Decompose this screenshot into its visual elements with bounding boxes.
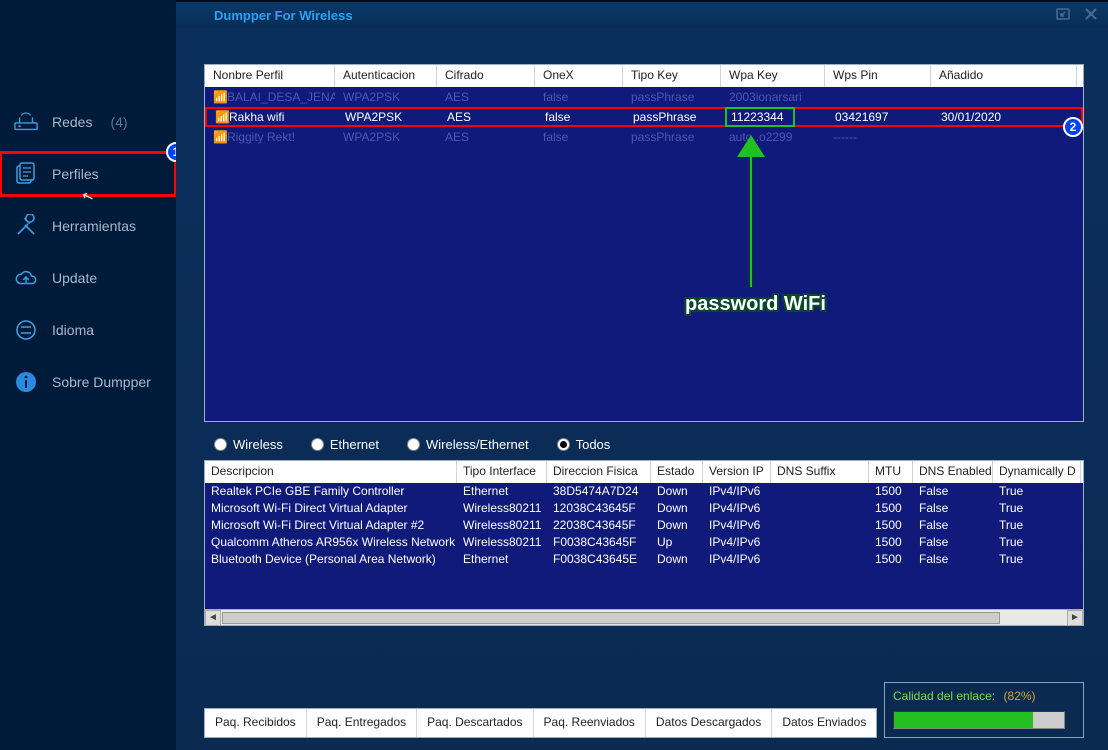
sidebar-label: Redes <box>52 114 92 130</box>
tools-icon <box>14 214 38 238</box>
table-row[interactable]: 📶Riggity Rekt! WPA2PSK AES false passPhr… <box>205 127 1083 147</box>
annotation-badge-2: 2 <box>1063 117 1083 137</box>
col-desc[interactable]: Descripcion <box>205 461 457 483</box>
stat-descartados[interactable]: Paq. Descartados <box>417 709 533 737</box>
quality-box: Calidad del enlace: (82%) <box>884 682 1084 738</box>
sidebar-label: Idioma <box>52 322 94 338</box>
profiles-table: Nonbre Perfil Autenticacion Cifrado OneX… <box>204 64 1084 422</box>
adapters-header: Descripcion Tipo Interface Direccion Fis… <box>205 461 1083 483</box>
col-mac[interactable]: Direccion Fisica <box>547 461 651 483</box>
sidebar-label: Herramientas <box>52 218 136 234</box>
profiles-icon <box>14 162 38 186</box>
col-estado[interactable]: Estado <box>651 461 703 483</box>
adapters-table: Descripcion Tipo Interface Direccion Fis… <box>204 460 1084 626</box>
sidebar-item-update[interactable]: Update <box>0 256 176 300</box>
col-tipokey[interactable]: Tipo Key <box>623 65 721 87</box>
annotation-password-label: password WiFi <box>685 293 826 316</box>
col-wpspin[interactable]: Wps Pin <box>825 65 931 87</box>
sidebar: Redes (4) Perfiles 1 ↖ Herramientas Upda… <box>0 0 176 750</box>
titlebar: Dumpper For Wireless <box>176 2 1108 28</box>
horizontal-scrollbar[interactable]: ◄ ► <box>205 609 1083 625</box>
sidebar-item-sobre[interactable]: Sobre Dumpper <box>0 360 176 404</box>
col-ver[interactable]: Version IP <box>703 461 771 483</box>
col-mtu[interactable]: MTU <box>869 461 913 483</box>
col-dnse[interactable]: DNS Enabled <box>913 461 993 483</box>
col-dns[interactable]: DNS Suffix <box>771 461 869 483</box>
col-onex[interactable]: OneX <box>535 65 623 87</box>
col-nombre[interactable]: Nonbre Perfil <box>205 65 335 87</box>
bottom-bar: Paq. Recibidos Paq. Entregados Paq. Desc… <box>204 708 1084 738</box>
table-row-selected[interactable]: 📶Rakha wifi WPA2PSK AES false passPhrase… <box>205 107 1083 127</box>
wpa-key-highlighted: 11223344 <box>725 107 795 127</box>
quality-fill <box>894 712 1033 728</box>
stat-datos-desc[interactable]: Datos Descargados <box>646 709 772 737</box>
router-icon <box>14 110 38 134</box>
quality-percent: (82%) <box>1004 689 1036 703</box>
wifi-icon: 📶 <box>213 90 223 100</box>
table-row[interactable]: Bluetooth Device (Personal Area Network)… <box>205 551 1083 568</box>
scroll-left-button[interactable]: ◄ <box>205 610 221 626</box>
filter-radio-group: Wireless Ethernet Wireless/Ethernet Todo… <box>204 432 1088 456</box>
table-row[interactable]: Microsoft Wi-Fi Direct Virtual Adapter #… <box>205 517 1083 534</box>
table-row[interactable]: 📶BALAI_DESA_JENA... WPA2PSK AES false pa… <box>205 87 1083 107</box>
col-tipo[interactable]: Tipo Interface <box>457 461 547 483</box>
cloud-up-icon <box>14 266 38 290</box>
wifi-icon: 📶 <box>213 130 223 140</box>
radio-both[interactable]: Wireless/Ethernet <box>407 437 529 452</box>
table-row[interactable]: Realtek PCIe GBE Family ControllerEthern… <box>205 483 1083 500</box>
minimize-button[interactable] <box>1052 4 1074 24</box>
radio-wireless[interactable]: Wireless <box>214 437 283 452</box>
sidebar-item-herramientas[interactable]: Herramientas <box>0 204 176 248</box>
stats-box: Paq. Recibidos Paq. Entregados Paq. Desc… <box>204 708 877 738</box>
radio-todos[interactable]: Todos <box>557 437 611 452</box>
close-button[interactable] <box>1080 4 1102 24</box>
stat-recibidos[interactable]: Paq. Recibidos <box>205 709 307 737</box>
sidebar-label: Update <box>52 270 97 286</box>
table-row[interactable]: Microsoft Wi-Fi Direct Virtual AdapterWi… <box>205 500 1083 517</box>
info-icon <box>14 370 38 394</box>
sidebar-item-idioma[interactable]: Idioma <box>0 308 176 352</box>
col-wpakey[interactable]: Wpa Key <box>721 65 825 87</box>
annotation-arrow <box>748 139 754 287</box>
quality-label: Calidad del enlace: <box>893 689 995 703</box>
col-anadido[interactable]: Añadido <box>931 65 1077 87</box>
stat-entregados[interactable]: Paq. Entregados <box>307 709 417 737</box>
language-icon <box>14 318 38 342</box>
scroll-right-button[interactable]: ► <box>1067 610 1083 626</box>
col-dyn[interactable]: Dynamically D <box>993 461 1081 483</box>
sidebar-label: Perfiles <box>52 166 99 182</box>
app-title: Dumpper For Wireless <box>176 8 353 23</box>
main-content: Nonbre Perfil Autenticacion Cifrado OneX… <box>176 28 1108 750</box>
table-row[interactable]: Qualcomm Atheros AR956x Wireless Network… <box>205 534 1083 551</box>
col-cifrado[interactable]: Cifrado <box>437 65 535 87</box>
col-auth[interactable]: Autenticacion <box>335 65 437 87</box>
radio-ethernet[interactable]: Ethernet <box>311 437 379 452</box>
sidebar-count: (4) <box>110 114 127 130</box>
profiles-header: Nonbre Perfil Autenticacion Cifrado OneX… <box>205 65 1083 87</box>
sidebar-item-redes[interactable]: Redes (4) <box>0 100 176 144</box>
wifi-icon: 📶 <box>215 110 225 120</box>
sidebar-label: Sobre Dumpper <box>52 374 151 390</box>
stat-reenviados[interactable]: Paq. Reenviados <box>534 709 646 737</box>
quality-bar <box>893 711 1065 729</box>
stat-datos-env[interactable]: Datos Enviados <box>772 709 876 737</box>
